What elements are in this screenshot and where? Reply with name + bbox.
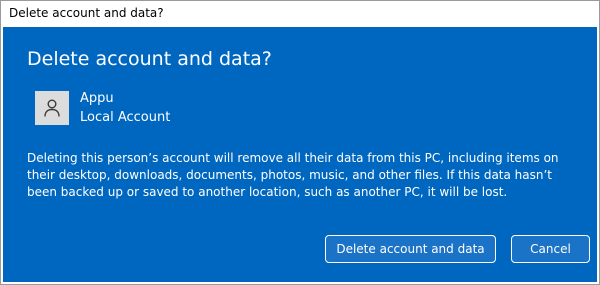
warning-message: Deleting this person’s account will remo… <box>27 151 559 199</box>
delete-account-button[interactable]: Delete account and data <box>325 235 496 263</box>
window-title: Delete account and data? <box>9 6 164 20</box>
account-type: Local Account <box>80 110 171 125</box>
dialog-content: Delete account and data? Appu Local Acco… <box>3 27 597 282</box>
dialog-window: Delete account and data? Delete account … <box>0 0 600 285</box>
dialog-heading: Delete account and data? <box>27 48 272 70</box>
account-name: Appu <box>80 91 114 106</box>
cancel-button[interactable]: Cancel <box>511 235 590 263</box>
avatar <box>35 91 69 125</box>
person-icon <box>44 99 60 117</box>
title-bar[interactable]: Delete account and data? <box>1 1 599 27</box>
